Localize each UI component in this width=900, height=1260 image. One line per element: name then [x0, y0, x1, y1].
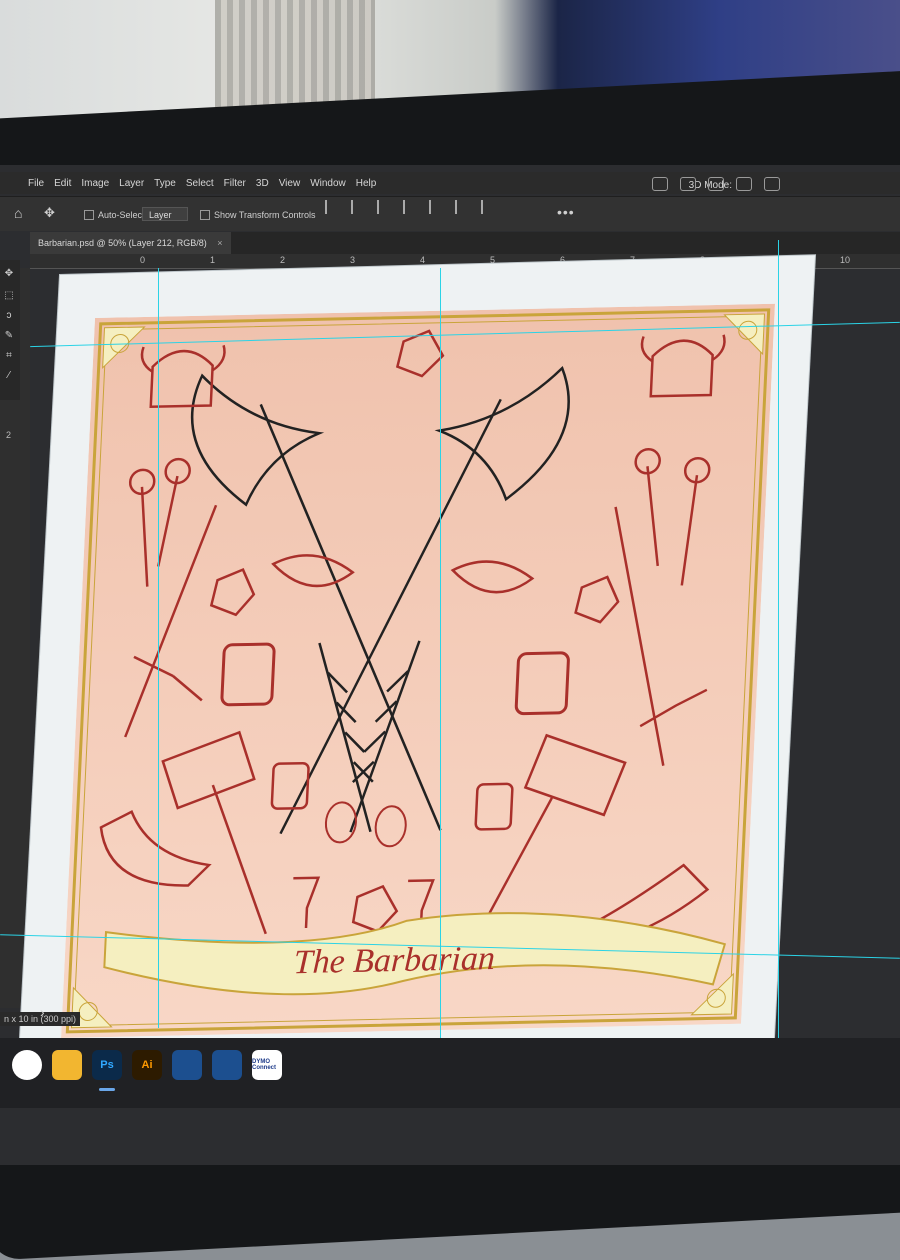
layer-dropdown[interactable]: Layer: [142, 207, 188, 221]
document-tab-title: Barbarian.psd @ 50% (Layer 212, RGB/8): [38, 238, 207, 248]
select-tool-icon[interactable]: ✎: [3, 330, 15, 342]
illustrator-icon[interactable]: Ai: [132, 1050, 162, 1080]
align-top-icon[interactable]: [325, 200, 337, 214]
ruler-label: 2: [6, 430, 12, 440]
ruler-label: 1: [210, 255, 216, 265]
menu-help[interactable]: Help: [356, 178, 377, 189]
orbit-icon[interactable]: [652, 177, 668, 191]
align-buttons: [325, 200, 493, 214]
camera-icon[interactable]: [764, 177, 780, 191]
guide-line[interactable]: [158, 268, 159, 1028]
show-transform-label: Show Transform Controls: [214, 210, 316, 220]
menu-edit[interactable]: Edit: [54, 178, 71, 189]
3d-mode-icons: [652, 177, 780, 191]
auto-select-option[interactable]: Auto-Select:: [84, 210, 147, 220]
ruler-label: 10: [840, 255, 851, 265]
pan-icon[interactable]: [708, 177, 724, 191]
move-tool-icon[interactable]: ✥: [44, 205, 55, 221]
menu-select[interactable]: Select: [186, 178, 214, 189]
menu-window[interactable]: Window: [310, 178, 346, 189]
app-icon-1[interactable]: [172, 1050, 202, 1080]
status-menu-chevron-icon[interactable]: ›: [40, 1004, 45, 1020]
menu-filter[interactable]: Filter: [224, 178, 246, 189]
distribute-icon[interactable]: [403, 200, 415, 214]
ruler-label: 3: [350, 255, 356, 265]
align-right-icon[interactable]: [481, 200, 493, 214]
active-app-indicator: [99, 1088, 115, 1091]
menu-layer[interactable]: Layer: [119, 178, 144, 189]
marquee-tool-icon[interactable]: ⬚: [3, 290, 15, 302]
auto-select-label: Auto-Select:: [98, 210, 148, 220]
close-tab-icon[interactable]: ×: [217, 238, 222, 248]
chrome-icon[interactable]: [12, 1050, 42, 1080]
ruler-label: 0: [140, 255, 146, 265]
show-transform-option[interactable]: Show Transform Controls: [200, 210, 316, 220]
lasso-tool-icon[interactable]: ↄ: [3, 310, 15, 322]
photoshop-icon[interactable]: Ps: [92, 1050, 122, 1080]
auto-select-checkbox[interactable]: [84, 210, 94, 220]
ruler-label: 4: [420, 255, 426, 265]
align-left-icon[interactable]: [429, 200, 441, 214]
menu-3d[interactable]: 3D: [256, 178, 269, 189]
ruler-label: 2: [280, 255, 286, 265]
move-tool-icon[interactable]: ✥: [3, 268, 15, 280]
guide-line[interactable]: [440, 268, 441, 1058]
barbarian-artwork[interactable]: The Barbarian: [61, 303, 775, 1038]
menu-type[interactable]: Type: [154, 178, 176, 189]
dymo-icon[interactable]: DYMO Connect: [252, 1050, 282, 1080]
menu-image[interactable]: Image: [81, 178, 109, 189]
more-options-button[interactable]: •••: [557, 204, 575, 220]
align-middle-icon[interactable]: [351, 200, 363, 214]
roll-icon[interactable]: [680, 177, 696, 191]
guide-line[interactable]: [778, 240, 779, 1070]
menu-file[interactable]: File: [28, 178, 44, 189]
show-transform-checkbox[interactable]: [200, 210, 210, 220]
crop-tool-icon[interactable]: ⌗: [3, 350, 15, 362]
app-icon-2[interactable]: [212, 1050, 242, 1080]
folder-icon[interactable]: [52, 1050, 82, 1080]
align-center-icon[interactable]: [455, 200, 467, 214]
eyedropper-tool-icon[interactable]: ⁄: [3, 370, 15, 382]
menu-view[interactable]: View: [279, 178, 301, 189]
document-tab[interactable]: Barbarian.psd @ 50% (Layer 212, RGB/8) ×: [30, 232, 231, 254]
align-bottom-icon[interactable]: [377, 200, 389, 214]
slide-icon[interactable]: [736, 177, 752, 191]
home-icon[interactable]: ⌂: [14, 205, 22, 221]
